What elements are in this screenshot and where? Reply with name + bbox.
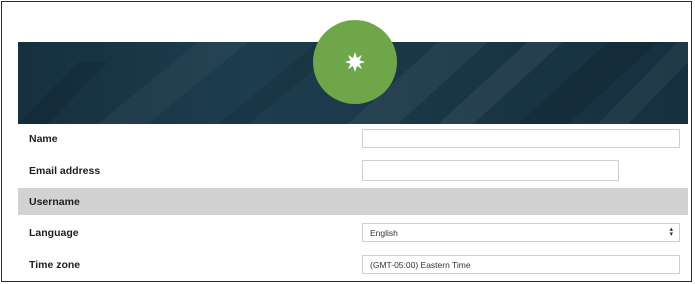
timezone-input[interactable]: (GMT-05:00) Eastern Time: [362, 255, 680, 274]
username-label: Username: [29, 195, 80, 208]
select-arrows-icon: ▴ ▾: [669, 226, 673, 238]
email-input[interactable]: [362, 160, 619, 181]
star-burst-icon: [345, 52, 365, 72]
timezone-row: Time zone (GMT-05:00) Eastern Time: [18, 250, 688, 279]
name-input[interactable]: [362, 129, 680, 148]
language-value: English: [370, 227, 398, 238]
avatar[interactable]: [313, 20, 397, 104]
username-row: Username: [18, 188, 688, 215]
profile-form: Name Email address Username Language Eng…: [18, 124, 688, 279]
email-label: Email address: [29, 164, 101, 177]
timezone-label: Time zone: [29, 258, 81, 271]
language-select[interactable]: English ▴ ▾: [362, 223, 680, 242]
language-row: Language English ▴ ▾: [18, 218, 688, 247]
name-label: Name: [29, 132, 58, 145]
language-label: Language: [29, 226, 79, 239]
profile-panel: Name Email address Username Language Eng…: [1, 1, 692, 282]
name-row: Name: [18, 124, 688, 153]
email-row: Email address: [18, 156, 688, 185]
